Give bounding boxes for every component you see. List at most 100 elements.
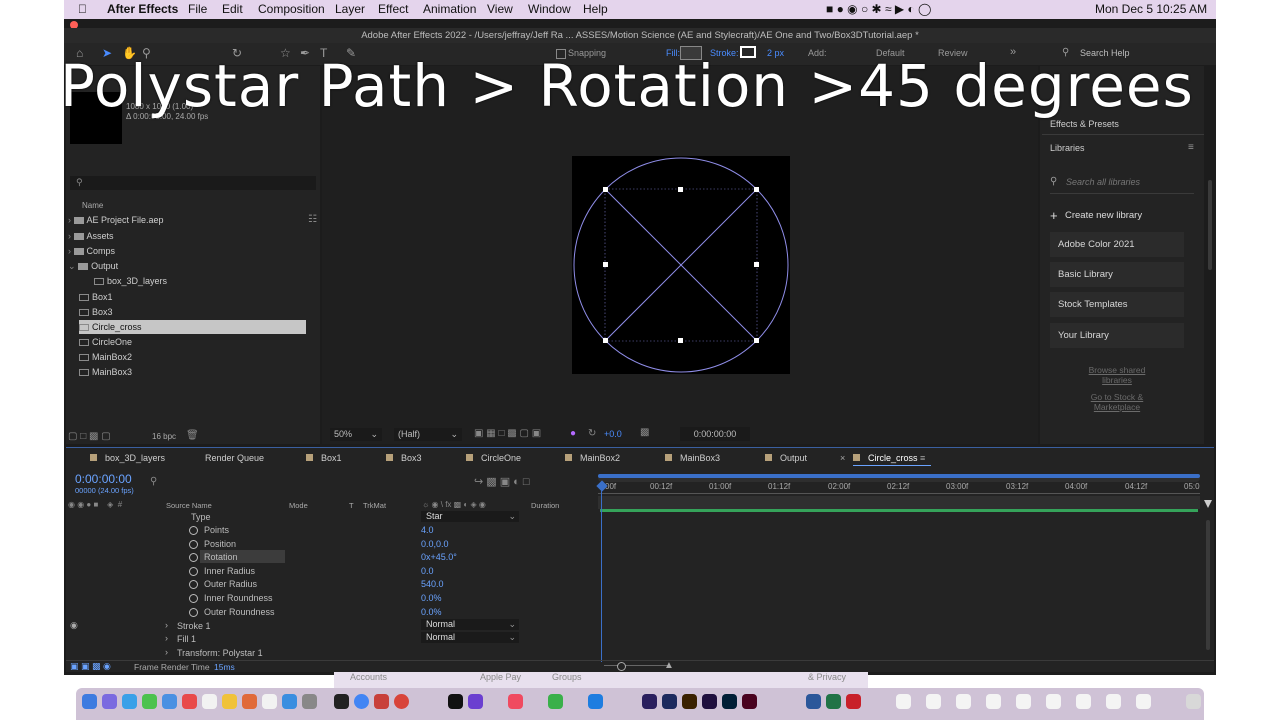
- position-value[interactable]: 0.0,0.0: [421, 539, 449, 549]
- stopwatch-icon[interactable]: [189, 553, 198, 562]
- illustrator-icon[interactable]: [682, 694, 697, 709]
- terminal-icon[interactable]: [334, 694, 349, 709]
- zoom-in-icon[interactable]: ▲: [664, 660, 674, 671]
- launchpad-icon[interactable]: [102, 694, 117, 709]
- document-icon[interactable]: [1106, 694, 1121, 709]
- apple-tv-icon[interactable]: [448, 694, 463, 709]
- menu-help[interactable]: Help: [583, 2, 608, 16]
- group-label[interactable]: Stroke 1: [177, 621, 211, 631]
- timeline-tab[interactable]: box_3D_layers: [90, 453, 165, 463]
- project-item[interactable]: › AE Project File.aep: [68, 215, 164, 225]
- mode-header[interactable]: Mode: [289, 501, 308, 510]
- project-item[interactable]: box_3D_layers: [94, 276, 167, 286]
- timeline-tab-active[interactable]: Circle_cross ≡: [853, 453, 925, 463]
- visibility-eye-icon[interactable]: ◉: [70, 620, 78, 631]
- app-icon[interactable]: [374, 694, 389, 709]
- playhead-line[interactable]: [601, 490, 602, 662]
- document-icon[interactable]: [1076, 694, 1091, 709]
- property-label-selected[interactable]: Rotation: [204, 552, 238, 562]
- notes-icon[interactable]: [222, 694, 237, 709]
- library-item[interactable]: Stock Templates: [1050, 292, 1184, 317]
- inner-roundness-value[interactable]: 0.0%: [421, 593, 442, 603]
- libraries-tab[interactable]: Libraries: [1050, 143, 1085, 153]
- zoom-slider-thumb[interactable]: [617, 662, 626, 671]
- create-library-button[interactable]: Create new library: [1065, 210, 1142, 221]
- indesign-icon[interactable]: [742, 694, 757, 709]
- timeline-tab[interactable]: CircleOne: [466, 453, 521, 463]
- trkmat-header[interactable]: TrkMat: [363, 501, 386, 510]
- search-icon[interactable]: ⚲: [150, 476, 157, 487]
- color-channel-icon[interactable]: ●: [570, 428, 576, 439]
- timeline-tab[interactable]: Output: [765, 453, 807, 463]
- outer-roundness-value[interactable]: 0.0%: [421, 607, 442, 617]
- app-store-icon[interactable]: [282, 694, 297, 709]
- apple-logo-icon[interactable]: : [78, 2, 87, 16]
- project-item[interactable]: › Assets: [68, 231, 114, 241]
- stopwatch-icon[interactable]: [189, 567, 198, 576]
- chrome-icon[interactable]: [354, 694, 369, 709]
- photos-icon[interactable]: [182, 694, 197, 709]
- finder-icon[interactable]: [82, 694, 97, 709]
- libraries-search-input[interactable]: Search all libraries: [1066, 177, 1140, 187]
- zoom-dropdown[interactable]: 50% ⌄: [330, 428, 382, 441]
- calendar-icon[interactable]: [202, 694, 217, 709]
- excel-icon[interactable]: [826, 694, 841, 709]
- document-icon[interactable]: [896, 694, 911, 709]
- outer-radius-value[interactable]: 540.0: [421, 579, 444, 589]
- project-item[interactable]: › Comps: [68, 246, 115, 256]
- panel-menu-icon[interactable]: ≡: [1188, 142, 1194, 153]
- mail-icon[interactable]: [162, 694, 177, 709]
- music-icon[interactable]: [508, 694, 523, 709]
- acrobat-icon[interactable]: [846, 694, 861, 709]
- expand-arrow-icon[interactable]: ›: [165, 647, 168, 657]
- app-icon[interactable]: [394, 694, 409, 709]
- group-label[interactable]: Transform: Polystar 1: [177, 648, 263, 658]
- stopwatch-icon[interactable]: [189, 526, 198, 535]
- project-item[interactable]: MainBox3: [79, 367, 132, 377]
- timeline-tab[interactable]: MainBox3: [665, 453, 720, 463]
- duration-header[interactable]: Duration: [531, 501, 559, 510]
- viewer-timecode[interactable]: 0:00:00:00: [680, 427, 750, 441]
- document-icon[interactable]: [1016, 694, 1031, 709]
- project-footer-icons[interactable]: ▢ □ ▩ ▢: [68, 431, 111, 442]
- timeline-tab[interactable]: Render Queue: [205, 453, 264, 463]
- safari-icon[interactable]: [122, 694, 137, 709]
- timeline-switch-icons[interactable]: ↪ ▩ ▣ ◐ □: [474, 475, 530, 488]
- t-header[interactable]: T: [349, 501, 354, 510]
- polystar-type-dropdown[interactable]: Star ⌄: [421, 511, 519, 522]
- menu-animation[interactable]: Animation: [423, 2, 476, 16]
- timeline-scrollbar[interactable]: [1206, 520, 1210, 650]
- menu-window[interactable]: Window: [528, 2, 571, 16]
- project-item[interactable]: ⌄ Output: [68, 261, 118, 272]
- zoom-slider-track[interactable]: [604, 665, 668, 666]
- libraries-scrollbar[interactable]: [1208, 180, 1212, 270]
- menu-file[interactable]: File: [188, 2, 207, 16]
- timeline-tab[interactable]: MainBox2: [565, 453, 620, 463]
- browse-shared-link[interactable]: Browse shared libraries: [1076, 365, 1158, 385]
- system-preferences-icon[interactable]: [302, 694, 317, 709]
- stopwatch-icon[interactable]: [189, 608, 198, 617]
- project-item[interactable]: Box1: [79, 292, 113, 302]
- photoshop-alt-icon[interactable]: [722, 694, 737, 709]
- go-to-stock-link[interactable]: Go to Stock & Marketplace: [1076, 392, 1158, 412]
- photoshop-icon[interactable]: [662, 694, 677, 709]
- menu-view[interactable]: View: [487, 2, 513, 16]
- library-item[interactable]: Your Library: [1050, 323, 1184, 348]
- name-column-header[interactable]: Name: [82, 201, 103, 210]
- project-item[interactable]: MainBox2: [79, 352, 132, 362]
- project-item[interactable]: CircleOne: [79, 337, 132, 347]
- status-icons[interactable]: ■ ● ◉ ○ ✱ ≈ ▶ ◐ ◯: [826, 2, 931, 16]
- facetime-icon[interactable]: [548, 694, 563, 709]
- effects-presets-tab[interactable]: Effects & Presets: [1050, 119, 1119, 129]
- stopwatch-icon[interactable]: [189, 594, 198, 603]
- menu-layer[interactable]: Layer: [335, 2, 365, 16]
- expand-arrow-icon[interactable]: ›: [165, 620, 168, 630]
- word-icon[interactable]: [806, 694, 821, 709]
- trash-icon[interactable]: 🗑: [186, 430, 199, 441]
- timeline-footer-icons[interactable]: ▣ ▣ ▩ ◉: [70, 661, 111, 672]
- document-icon[interactable]: [926, 694, 941, 709]
- library-item[interactable]: Adobe Color 2021: [1050, 232, 1184, 257]
- podcasts-icon[interactable]: [468, 694, 483, 709]
- messages-icon[interactable]: [142, 694, 157, 709]
- reset-exposure-icon[interactable]: ↻: [588, 428, 596, 439]
